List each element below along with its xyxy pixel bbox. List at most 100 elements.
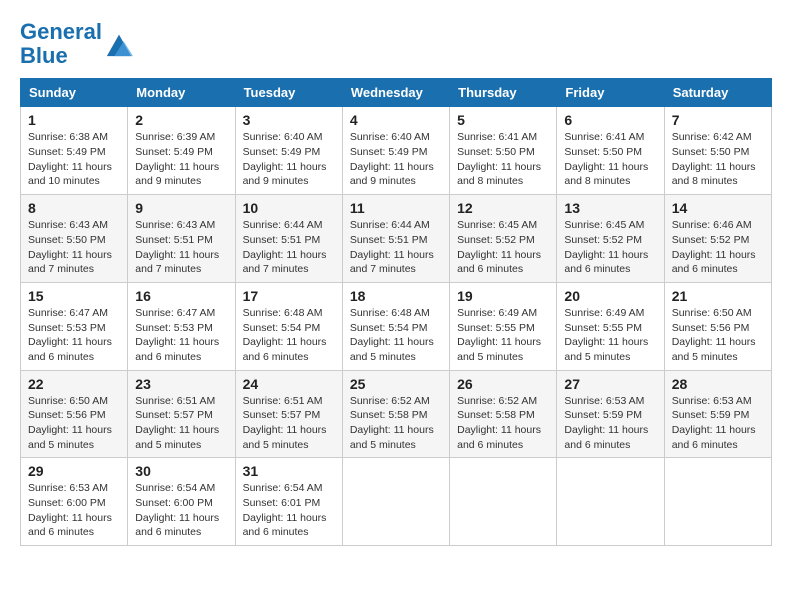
day-number: 19 <box>457 288 549 304</box>
calendar-cell: 15 Sunrise: 6:47 AMSunset: 5:53 PMDayligh… <box>21 282 128 370</box>
day-number: 27 <box>564 376 656 392</box>
day-info: Sunrise: 6:45 AMSunset: 5:52 PMDaylight:… <box>457 218 549 277</box>
day-number: 6 <box>564 112 656 128</box>
day-number: 9 <box>135 200 227 216</box>
calendar-cell: 31 Sunrise: 6:54 AMSunset: 6:01 PMDayligh… <box>235 458 342 546</box>
calendar-table: SundayMondayTuesdayWednesdayThursdayFrid… <box>20 78 772 546</box>
day-info: Sunrise: 6:43 AMSunset: 5:50 PMDaylight:… <box>28 218 120 277</box>
col-header-monday: Monday <box>128 79 235 107</box>
day-number: 21 <box>672 288 764 304</box>
day-info: Sunrise: 6:52 AMSunset: 5:58 PMDaylight:… <box>457 394 549 453</box>
day-number: 26 <box>457 376 549 392</box>
calendar-cell: 14Sunrise: 6:46 AMSunset: 5:52 PMDayligh… <box>664 195 771 283</box>
calendar-cell <box>557 458 664 546</box>
calendar-cell: 5 Sunrise: 6:41 AMSunset: 5:50 PMDaylight… <box>450 107 557 195</box>
day-number: 11 <box>350 200 442 216</box>
week-row-3: 15 Sunrise: 6:47 AMSunset: 5:53 PMDayligh… <box>21 282 772 370</box>
calendar-cell: 30 Sunrise: 6:54 AMSunset: 6:00 PMDayligh… <box>128 458 235 546</box>
day-info: Sunrise: 6:40 AMSunset: 5:49 PMDaylight:… <box>243 130 335 189</box>
day-number: 24 <box>243 376 335 392</box>
day-info: Sunrise: 6:47 AMSunset: 5:53 PMDaylight:… <box>135 306 227 365</box>
col-header-friday: Friday <box>557 79 664 107</box>
day-number: 1 <box>28 112 120 128</box>
col-header-saturday: Saturday <box>664 79 771 107</box>
calendar-cell: 6 Sunrise: 6:41 AMSunset: 5:50 PMDaylight… <box>557 107 664 195</box>
col-header-thursday: Thursday <box>450 79 557 107</box>
calendar-cell: 24Sunrise: 6:51 AMSunset: 5:57 PMDayligh… <box>235 370 342 458</box>
week-row-5: 29Sunrise: 6:53 AMSunset: 6:00 PMDayligh… <box>21 458 772 546</box>
day-info: Sunrise: 6:48 AMSunset: 5:54 PMDaylight:… <box>350 306 442 365</box>
calendar-cell: 11Sunrise: 6:44 AMSunset: 5:51 PMDayligh… <box>342 195 449 283</box>
header-row: SundayMondayTuesdayWednesdayThursdayFrid… <box>21 79 772 107</box>
col-header-wednesday: Wednesday <box>342 79 449 107</box>
day-number: 16 <box>135 288 227 304</box>
calendar-cell: 19 Sunrise: 6:49 AMSunset: 5:55 PMDayligh… <box>450 282 557 370</box>
day-number: 5 <box>457 112 549 128</box>
day-info: Sunrise: 6:53 AMSunset: 5:59 PMDaylight:… <box>672 394 764 453</box>
day-number: 15 <box>28 288 120 304</box>
day-number: 31 <box>243 463 335 479</box>
day-info: Sunrise: 6:49 AMSunset: 5:55 PMDaylight:… <box>564 306 656 365</box>
day-info: Sunrise: 6:45 AMSunset: 5:52 PMDaylight:… <box>564 218 656 277</box>
day-info: Sunrise: 6:52 AMSunset: 5:58 PMDaylight:… <box>350 394 442 453</box>
calendar-cell: 21 Sunrise: 6:50 AMSunset: 5:56 PMDayligh… <box>664 282 771 370</box>
calendar-cell: 7 Sunrise: 6:42 AMSunset: 5:50 PMDaylight… <box>664 107 771 195</box>
day-info: Sunrise: 6:38 AMSunset: 5:49 PMDaylight:… <box>28 130 120 189</box>
day-info: Sunrise: 6:47 AMSunset: 5:53 PMDaylight:… <box>28 306 120 365</box>
logo-text: GeneralBlue <box>20 20 102 68</box>
day-number: 30 <box>135 463 227 479</box>
day-number: 18 <box>350 288 442 304</box>
day-info: Sunrise: 6:40 AMSunset: 5:49 PMDaylight:… <box>350 130 442 189</box>
day-number: 12 <box>457 200 549 216</box>
calendar-cell: 12 Sunrise: 6:45 AMSunset: 5:52 PMDayligh… <box>450 195 557 283</box>
day-number: 23 <box>135 376 227 392</box>
day-info: Sunrise: 6:50 AMSunset: 5:56 PMDaylight:… <box>672 306 764 365</box>
calendar-cell: 23 Sunrise: 6:51 AMSunset: 5:57 PMDayligh… <box>128 370 235 458</box>
day-number: 8 <box>28 200 120 216</box>
calendar-cell: 29Sunrise: 6:53 AMSunset: 6:00 PMDayligh… <box>21 458 128 546</box>
day-info: Sunrise: 6:54 AMSunset: 6:00 PMDaylight:… <box>135 481 227 540</box>
logo-icon <box>105 30 133 58</box>
day-info: Sunrise: 6:42 AMSunset: 5:50 PMDaylight:… <box>672 130 764 189</box>
day-number: 20 <box>564 288 656 304</box>
day-info: Sunrise: 6:50 AMSunset: 5:56 PMDaylight:… <box>28 394 120 453</box>
day-number: 10 <box>243 200 335 216</box>
calendar-cell <box>450 458 557 546</box>
day-info: Sunrise: 6:54 AMSunset: 6:01 PMDaylight:… <box>243 481 335 540</box>
calendar-cell: 17 Sunrise: 6:48 AMSunset: 5:54 PMDayligh… <box>235 282 342 370</box>
day-number: 4 <box>350 112 442 128</box>
calendar-cell: 13Sunrise: 6:45 AMSunset: 5:52 PMDayligh… <box>557 195 664 283</box>
day-number: 28 <box>672 376 764 392</box>
day-info: Sunrise: 6:43 AMSunset: 5:51 PMDaylight:… <box>135 218 227 277</box>
col-header-sunday: Sunday <box>21 79 128 107</box>
day-number: 3 <box>243 112 335 128</box>
calendar-cell: 16 Sunrise: 6:47 AMSunset: 5:53 PMDayligh… <box>128 282 235 370</box>
calendar-cell: 25 Sunrise: 6:52 AMSunset: 5:58 PMDayligh… <box>342 370 449 458</box>
calendar-cell: 10 Sunrise: 6:44 AMSunset: 5:51 PMDayligh… <box>235 195 342 283</box>
day-info: Sunrise: 6:44 AMSunset: 5:51 PMDaylight:… <box>243 218 335 277</box>
calendar-cell: 26 Sunrise: 6:52 AMSunset: 5:58 PMDayligh… <box>450 370 557 458</box>
week-row-2: 8 Sunrise: 6:43 AMSunset: 5:50 PMDaylight… <box>21 195 772 283</box>
day-number: 2 <box>135 112 227 128</box>
calendar-cell: 8 Sunrise: 6:43 AMSunset: 5:50 PMDaylight… <box>21 195 128 283</box>
day-info: Sunrise: 6:48 AMSunset: 5:54 PMDaylight:… <box>243 306 335 365</box>
day-info: Sunrise: 6:39 AMSunset: 5:49 PMDaylight:… <box>135 130 227 189</box>
day-info: Sunrise: 6:53 AMSunset: 6:00 PMDaylight:… <box>28 481 120 540</box>
calendar-cell: 2 Sunrise: 6:39 AMSunset: 5:49 PMDaylight… <box>128 107 235 195</box>
calendar-cell <box>342 458 449 546</box>
calendar-cell: 27Sunrise: 6:53 AMSunset: 5:59 PMDayligh… <box>557 370 664 458</box>
calendar-cell <box>664 458 771 546</box>
day-number: 25 <box>350 376 442 392</box>
day-info: Sunrise: 6:41 AMSunset: 5:50 PMDaylight:… <box>564 130 656 189</box>
calendar-cell: 1 Sunrise: 6:38 AMSunset: 5:49 PMDaylight… <box>21 107 128 195</box>
calendar-cell: 20 Sunrise: 6:49 AMSunset: 5:55 PMDayligh… <box>557 282 664 370</box>
day-info: Sunrise: 6:49 AMSunset: 5:55 PMDaylight:… <box>457 306 549 365</box>
day-number: 7 <box>672 112 764 128</box>
calendar-cell: 3 Sunrise: 6:40 AMSunset: 5:49 PMDaylight… <box>235 107 342 195</box>
day-number: 17 <box>243 288 335 304</box>
day-info: Sunrise: 6:41 AMSunset: 5:50 PMDaylight:… <box>457 130 549 189</box>
day-info: Sunrise: 6:51 AMSunset: 5:57 PMDaylight:… <box>135 394 227 453</box>
calendar-cell: 9 Sunrise: 6:43 AMSunset: 5:51 PMDaylight… <box>128 195 235 283</box>
day-number: 14 <box>672 200 764 216</box>
calendar-cell: 18 Sunrise: 6:48 AMSunset: 5:54 PMDayligh… <box>342 282 449 370</box>
